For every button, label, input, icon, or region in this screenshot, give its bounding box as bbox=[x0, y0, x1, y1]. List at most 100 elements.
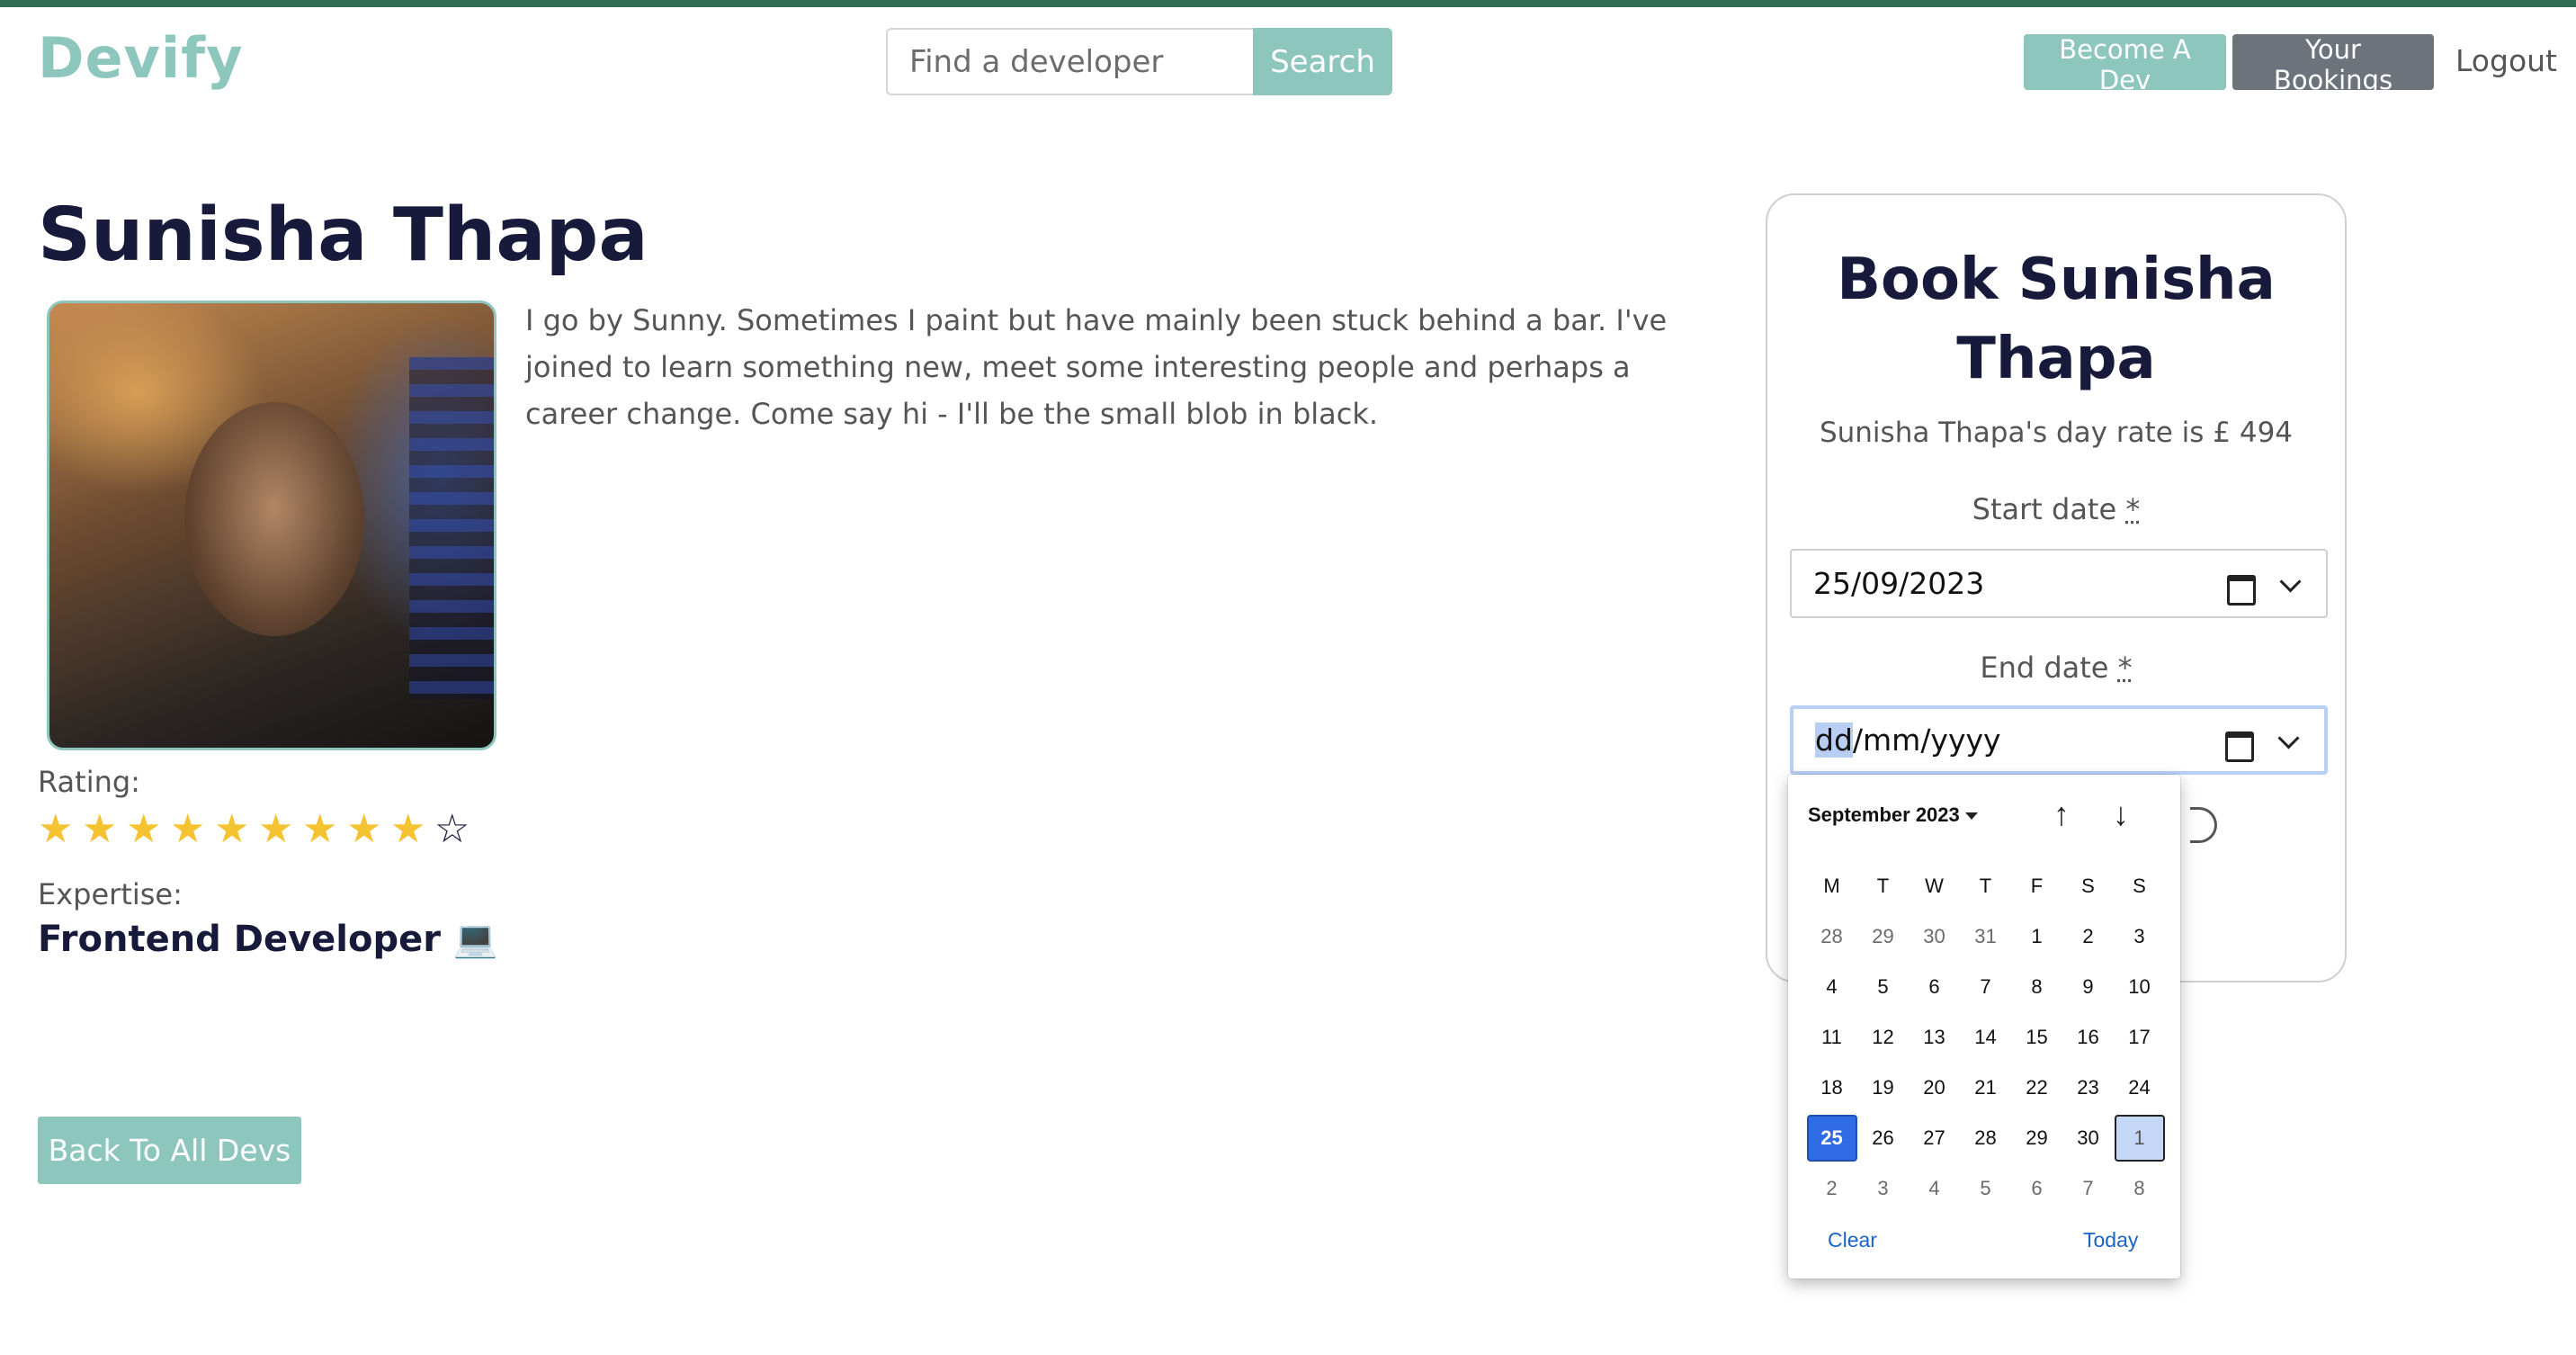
weekday-label: F bbox=[2030, 875, 2044, 897]
caret-down-icon bbox=[1964, 812, 1978, 821]
calendar-day[interactable]: 8 bbox=[2115, 1165, 2165, 1212]
calendar-day[interactable]: 30 bbox=[1910, 913, 1960, 960]
calendar-day[interactable]: 6 bbox=[1910, 964, 1960, 1010]
become-dev-button[interactable]: Become A Dev bbox=[2024, 34, 2226, 95]
calendar-day[interactable]: 1 bbox=[2114, 1115, 2165, 1162]
calendar-day[interactable]: 4 bbox=[1910, 1165, 1960, 1212]
calendar-day[interactable]: 7 bbox=[2063, 1165, 2114, 1212]
start-date-value: 25/09/2023 bbox=[1813, 566, 1985, 601]
calendar-day[interactable]: 14 bbox=[1961, 1014, 2011, 1061]
photo-face bbox=[184, 402, 364, 636]
end-date-input[interactable]: dd/mm/yyyy bbox=[1790, 705, 2328, 775]
brand-logo[interactable]: Devify bbox=[38, 25, 244, 91]
calendar-week-row: 11 12 13 14 15 16 17 bbox=[1806, 1012, 2166, 1063]
calendar-day[interactable]: 3 bbox=[1858, 1165, 1909, 1212]
calendar-day[interactable]: 22 bbox=[2012, 1064, 2062, 1111]
calendar-icon[interactable] bbox=[2223, 727, 2254, 762]
your-bookings-button[interactable]: Your Bookings bbox=[2232, 34, 2434, 95]
star-filled-icon: ★ bbox=[38, 806, 74, 852]
star-filled-icon: ★ bbox=[302, 806, 338, 852]
calendar-day[interactable]: 12 bbox=[1858, 1014, 1909, 1061]
end-date-placeholder: dd/mm/yyyy bbox=[1815, 722, 2223, 758]
calendar-day[interactable]: 15 bbox=[2012, 1014, 2062, 1061]
calendar-day[interactable]: 16 bbox=[2063, 1014, 2114, 1061]
weekday-label: S bbox=[2133, 875, 2146, 897]
star-filled-icon: ★ bbox=[170, 806, 206, 852]
day-rate-text: Sunisha Thapa's day rate is £ 494 bbox=[1819, 417, 2294, 449]
star-filled-icon: ★ bbox=[390, 806, 426, 852]
calendar-day[interactable]: 21 bbox=[1961, 1064, 2011, 1111]
weekday-label: W bbox=[1925, 875, 1944, 897]
calendar-week-row: 28 29 30 31 1 2 3 bbox=[1806, 911, 2166, 962]
start-date-input[interactable]: 25/09/2023 bbox=[1790, 549, 2328, 618]
rating-stars: ★ ★ ★ ★ ★ ★ ★ ★ ★ ☆ bbox=[38, 807, 479, 856]
calendar-icon[interactable] bbox=[2225, 570, 2256, 606]
back-to-all-devs-button[interactable]: Back To All Devs bbox=[38, 1117, 301, 1184]
weekday-label: M bbox=[1823, 875, 1840, 897]
calendar-day[interactable]: 29 bbox=[2012, 1115, 2062, 1162]
calendar-day[interactable]: 19 bbox=[1858, 1064, 1909, 1111]
required-marker: * bbox=[2125, 492, 2141, 526]
calendar-day[interactable]: 25 bbox=[1806, 1115, 1857, 1162]
calendar-day[interactable]: 5 bbox=[1858, 964, 1909, 1010]
calendar-day[interactable]: 13 bbox=[1910, 1014, 1960, 1061]
calendar-day[interactable]: 9 bbox=[2063, 964, 2114, 1010]
calendar-day[interactable]: 2 bbox=[1807, 1165, 1857, 1212]
expertise-label: Expertise: bbox=[38, 877, 183, 911]
top-accent-bar bbox=[0, 0, 2576, 7]
weekday-header-row: MTWTFSS bbox=[1806, 861, 2166, 911]
calendar-day[interactable]: 8 bbox=[2012, 964, 2062, 1010]
calendar-day[interactable]: 1 bbox=[2012, 913, 2062, 960]
star-filled-icon: ★ bbox=[214, 806, 250, 852]
rating-label: Rating: bbox=[38, 765, 140, 799]
calendar-day[interactable]: 18 bbox=[1807, 1064, 1857, 1111]
expertise-value: Frontend Developer 💻 bbox=[38, 919, 498, 960]
calendar-day[interactable]: 10 bbox=[2115, 964, 2165, 1010]
today-button[interactable]: Today bbox=[2083, 1228, 2138, 1252]
start-date-label-text: Start date bbox=[1972, 492, 2117, 526]
chevron-down-icon[interactable] bbox=[2279, 574, 2299, 594]
star-filled-icon: ★ bbox=[82, 806, 118, 852]
calendar-day[interactable]: 24 bbox=[2115, 1064, 2165, 1111]
calendar-week-row: 4 5 6 7 8 9 10 bbox=[1806, 962, 2166, 1012]
calendar-day[interactable]: 23 bbox=[2063, 1064, 2114, 1111]
logout-link[interactable]: Logout bbox=[2455, 43, 2557, 78]
calendar-day[interactable]: 20 bbox=[1910, 1064, 1960, 1111]
date-picker-popup: September 2023 ↑ ↓ M T W T F S S 28 29 30 31 1 2 3 4 5 6… bbox=[1788, 775, 2180, 1279]
star-filled-icon: ★ bbox=[126, 806, 162, 852]
month-selector[interactable]: September 2023 bbox=[1808, 803, 1978, 827]
calendar-day[interactable]: 6 bbox=[2012, 1165, 2062, 1212]
calendar-day[interactable]: 4 bbox=[1807, 964, 1857, 1010]
search-input[interactable] bbox=[886, 28, 1255, 95]
developer-bio: I go by Sunny. Sometimes I paint but hav… bbox=[525, 303, 1668, 431]
arrow-up-icon[interactable]: ↑ bbox=[2045, 794, 2078, 834]
calendar-day[interactable]: 11 bbox=[1807, 1014, 1857, 1061]
weekday-label: S bbox=[2081, 875, 2095, 897]
clear-button[interactable]: Clear bbox=[1828, 1228, 1877, 1252]
star-filled-icon: ★ bbox=[346, 806, 382, 852]
hidden-button-edge bbox=[2190, 807, 2217, 843]
developer-photo bbox=[47, 301, 496, 750]
weekday-label: T bbox=[1979, 875, 1992, 897]
arrow-down-icon[interactable]: ↓ bbox=[2105, 794, 2137, 834]
photo-glitch bbox=[409, 357, 494, 699]
calendar-day[interactable]: 26 bbox=[1858, 1115, 1909, 1162]
end-date-label-text: End date bbox=[1980, 651, 2109, 685]
end-date-label: End date * bbox=[1767, 651, 2345, 685]
calendar-day[interactable]: 27 bbox=[1910, 1115, 1960, 1162]
calendar-day[interactable]: 17 bbox=[2115, 1014, 2165, 1061]
calendar-day[interactable]: 29 bbox=[1858, 913, 1909, 960]
calendar-day[interactable]: 30 bbox=[2063, 1115, 2114, 1162]
calendar-day[interactable]: 31 bbox=[1961, 913, 2011, 960]
developer-name: Sunisha Thapa bbox=[38, 193, 648, 278]
month-label: September 2023 bbox=[1808, 803, 1960, 826]
chevron-down-icon[interactable] bbox=[2277, 731, 2297, 750]
calendar-day[interactable]: 7 bbox=[1961, 964, 2011, 1010]
calendar-day[interactable]: 5 bbox=[1961, 1165, 2011, 1212]
star-filled-icon: ★ bbox=[258, 806, 294, 852]
calendar-day[interactable]: 28 bbox=[1807, 913, 1857, 960]
search-button[interactable]: Search bbox=[1253, 28, 1392, 95]
calendar-day[interactable]: 28 bbox=[1961, 1115, 2011, 1162]
calendar-day[interactable]: 3 bbox=[2115, 913, 2165, 960]
calendar-day[interactable]: 2 bbox=[2063, 913, 2114, 960]
